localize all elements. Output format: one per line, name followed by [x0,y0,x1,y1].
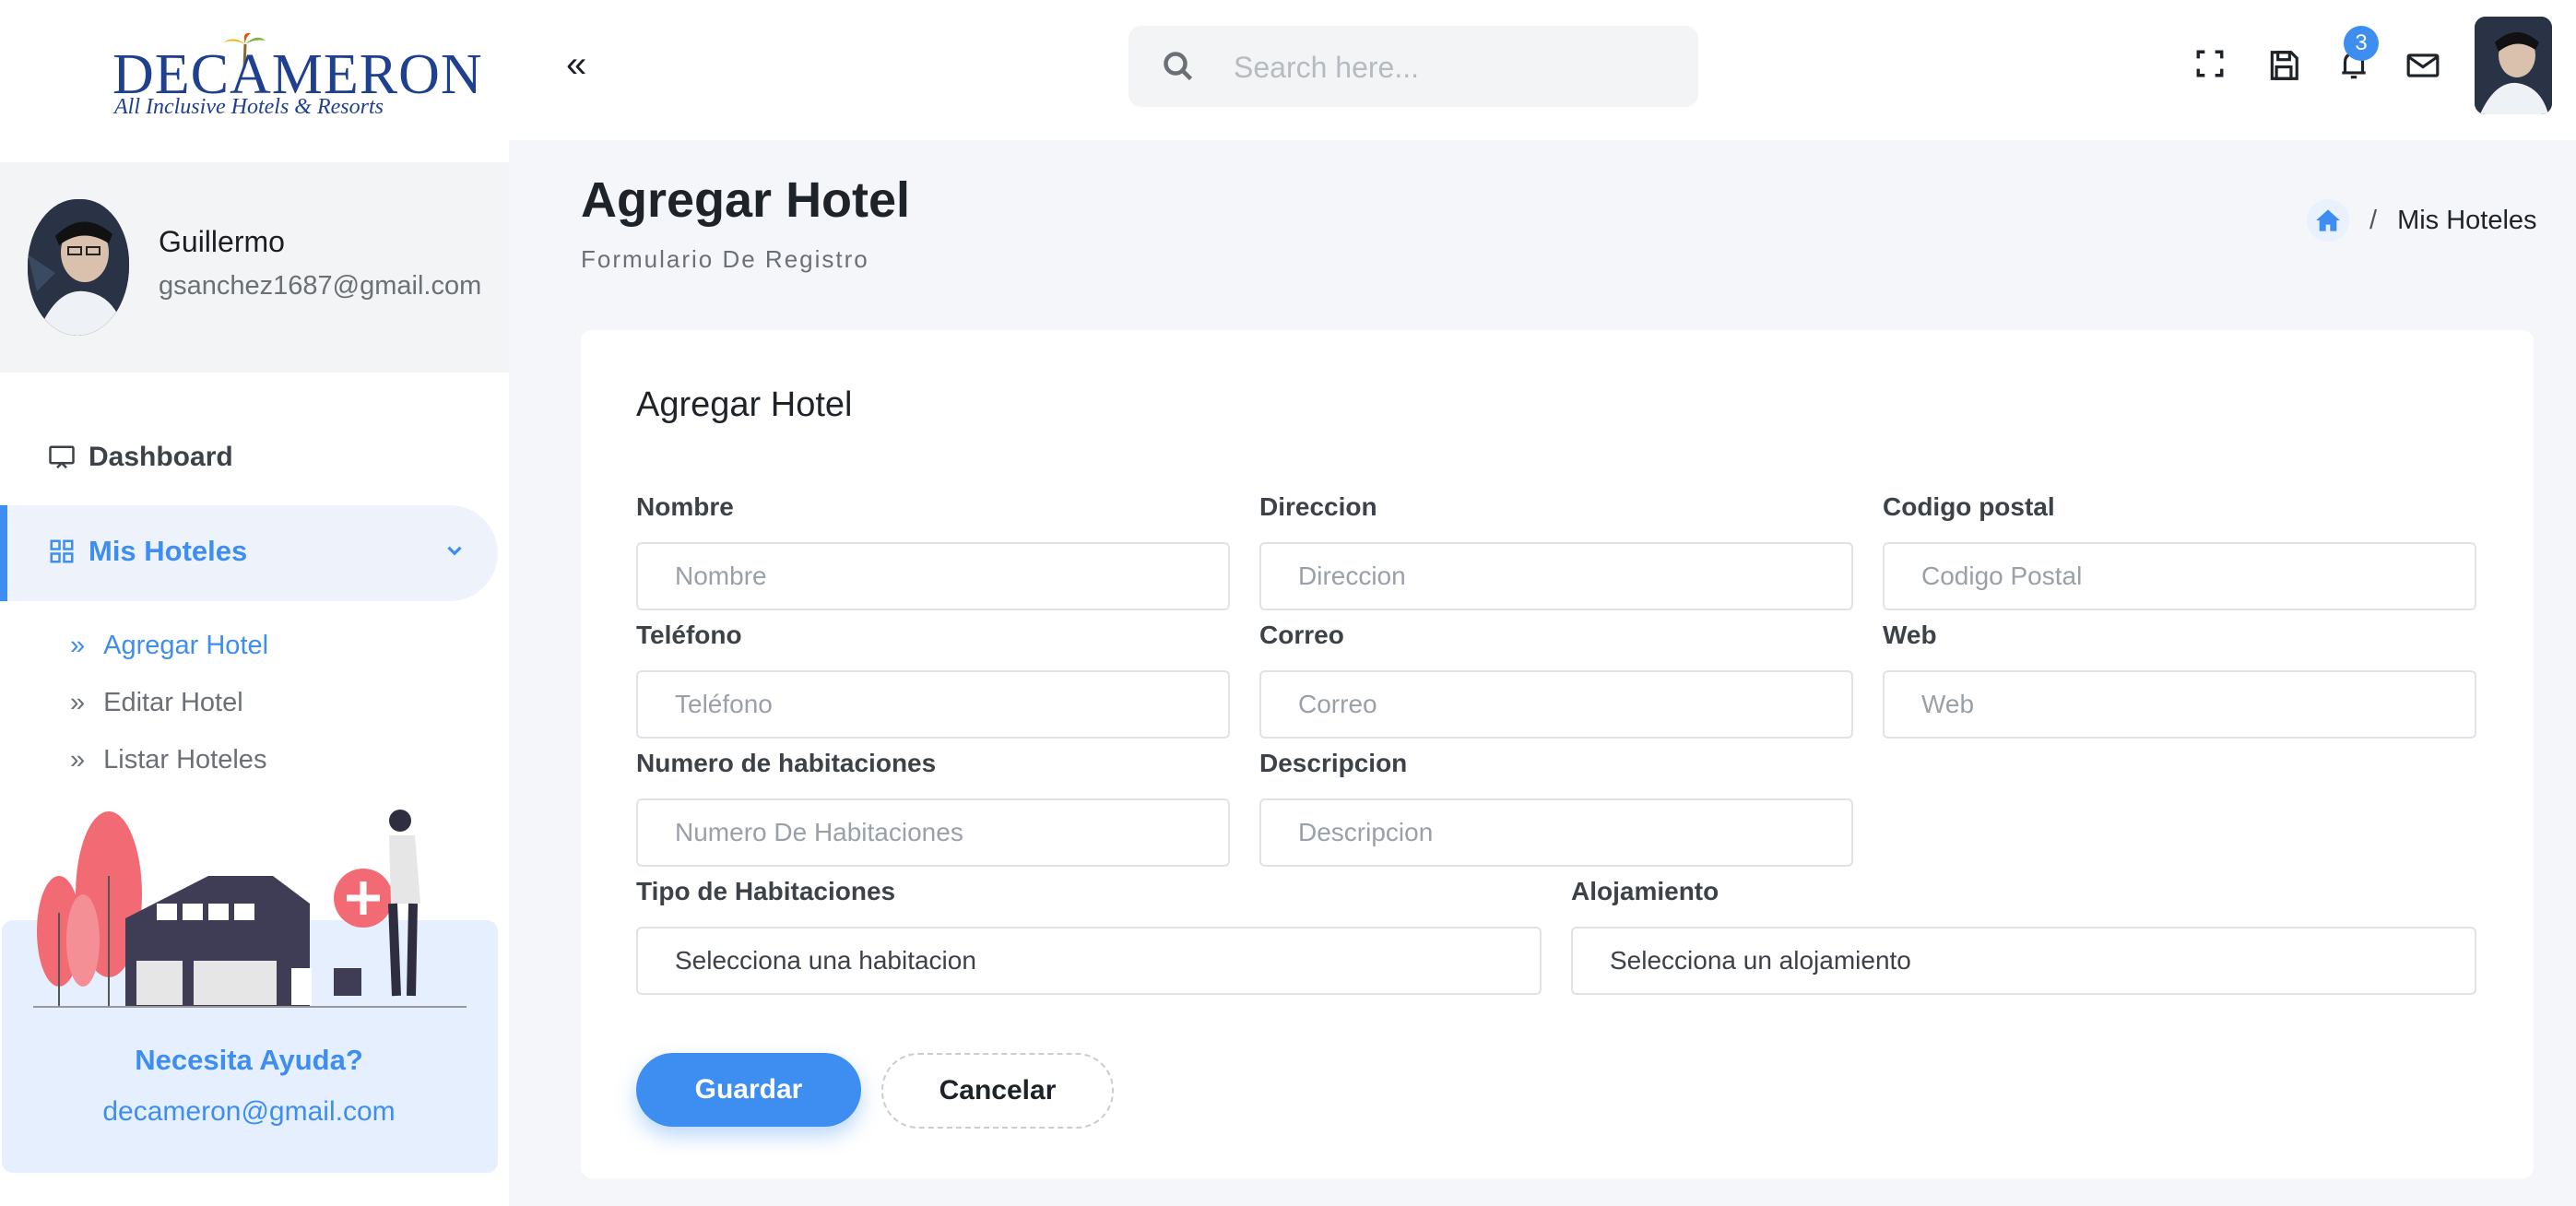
label-codigo-postal: Codigo postal [1883,492,2055,521]
select-value: Selecciona una habitacion [675,946,976,975]
breadcrumb-current[interactable]: Mis Hoteles [2397,206,2537,236]
tipo-habitaciones-select[interactable]: Selecciona una habitacion [636,927,1542,995]
double-chevron-right-icon: » [70,745,86,774]
brand-tagline: All Inclusive Hotels & Resorts [114,95,384,119]
nombre-input[interactable] [636,542,1230,610]
alojamiento-select[interactable]: Selecciona un alojamiento [1571,927,2476,995]
sidebar-item-label: Dashboard [89,442,233,472]
logo[interactable]: DECAMERON All Inclusive Hotels & Resorts [0,0,509,162]
collapse-sidebar-button[interactable]: « [566,44,586,86]
web-input[interactable] [1883,670,2476,739]
correo-input[interactable] [1259,670,1853,739]
save-icon[interactable] [2266,48,2301,83]
page-title: Agregar Hotel [581,172,911,228]
submenu-listar-hoteles[interactable]: » Listar Hoteles [70,745,266,775]
submenu-label: Listar Hoteles [103,745,267,774]
breadcrumb-separator: / [2369,205,2378,235]
page-subtitle: Formulario De Registro [581,245,869,273]
form-title: Agregar Hotel [636,385,853,424]
label-correo: Correo [1259,621,1344,649]
sidebar-item-mis-hoteles[interactable]: Mis Hoteles [0,505,498,601]
save-button[interactable]: Guardar [636,1053,861,1127]
fullscreen-icon[interactable] [2194,48,2226,79]
active-indicator [0,505,7,601]
user-email: gsanchez1687@gmail.com [159,271,482,301]
submenu-agregar-hotel[interactable]: » Agregar Hotel [70,631,268,661]
telefono-input[interactable] [636,670,1230,739]
submenu-editar-hotel[interactable]: » Editar Hotel [70,688,243,718]
user-name: Guillermo [159,225,285,258]
notification-badge: 3 [2344,26,2379,61]
direccion-input[interactable] [1259,542,1853,610]
grid-icon [50,539,74,563]
monitor-icon [49,445,75,469]
label-web: Web [1883,621,1937,649]
help-email-link[interactable]: decameron@gmail.com [0,1096,498,1128]
label-descripcion: Descripcion [1259,749,1408,777]
label-habitaciones: Numero de habitaciones [636,749,937,777]
codigo-postal-input[interactable] [1883,542,2476,610]
submenu-label: Agregar Hotel [103,631,269,660]
label-nombre: Nombre [636,492,734,521]
label-direccion: Direccion [1259,492,1377,521]
breadcrumb: / Mis Hoteles [2307,199,2537,242]
sidebar-item-label: Mis Hoteles [89,535,248,567]
submenu-label: Editar Hotel [103,688,243,717]
cancel-button[interactable]: Cancelar [881,1053,1114,1129]
search-icon [1164,52,1193,81]
descripcion-input[interactable] [1259,798,1853,867]
sidebar-item-dashboard[interactable]: Dashboard [48,439,233,476]
label-alojamiento: Alojamiento [1571,877,1719,905]
habitaciones-input[interactable] [636,798,1230,867]
header-avatar[interactable] [2475,17,2552,114]
label-telefono: Teléfono [636,621,742,649]
search-input[interactable] [1232,44,1678,90]
select-value: Selecciona un alojamiento [1610,946,1911,975]
house-illustration [33,810,467,1008]
double-chevron-right-icon: » [70,631,86,660]
help-title: Necesita Ayuda? [135,1044,363,1076]
avatar[interactable] [28,199,129,336]
breadcrumb-home[interactable] [2307,199,2349,242]
home-icon [2316,209,2340,231]
label-tipo-habitaciones: Tipo de Habitaciones [636,877,896,905]
mail-icon[interactable] [2405,48,2441,83]
double-chevron-right-icon: » [70,688,86,717]
chevron-down-icon [447,546,462,556]
search-box[interactable] [1128,26,1698,107]
